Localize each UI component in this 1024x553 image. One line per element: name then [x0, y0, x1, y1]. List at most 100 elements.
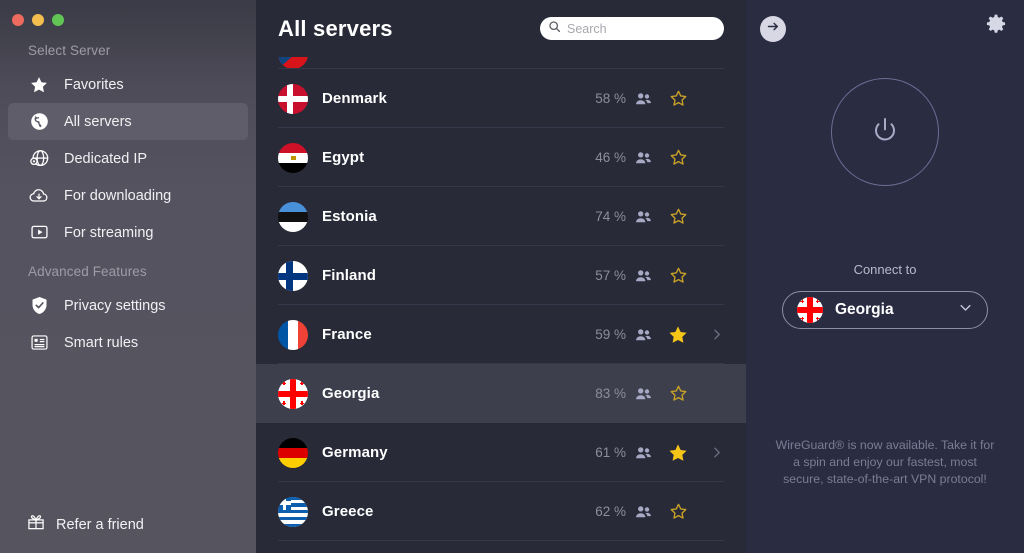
- expand-chevron-icon[interactable]: [704, 328, 728, 341]
- maximize-window-button[interactable]: [52, 14, 64, 26]
- search-input[interactable]: [567, 21, 716, 36]
- gear-icon: [985, 13, 1007, 40]
- sidebar-item-label: Privacy settings: [64, 297, 166, 314]
- favorite-star-outline-icon[interactable]: [661, 148, 695, 167]
- page-title: All servers: [278, 15, 393, 41]
- expand-chevron-icon[interactable]: [704, 446, 728, 459]
- flag-finland: [278, 260, 308, 291]
- favorite-star-filled-icon[interactable]: [661, 324, 695, 346]
- favorite-star-outline-icon[interactable]: [661, 384, 695, 403]
- connect-to-label: Connect to: [853, 262, 917, 277]
- flag-greece: [278, 496, 308, 527]
- sidebar-item-label: For streaming: [64, 224, 154, 241]
- favorite-star-outline-icon[interactable]: [661, 266, 695, 285]
- table-row[interactable]: France 59 %: [256, 305, 746, 364]
- server-name: Egypt: [322, 149, 365, 166]
- streaming-icon: [28, 222, 50, 244]
- settings-button[interactable]: [984, 14, 1008, 38]
- arrow-right-circle-icon: [766, 19, 781, 39]
- flag-france: [278, 319, 308, 350]
- server-load: 61 %: [595, 445, 626, 460]
- server-load: 83 %: [595, 386, 626, 401]
- favorite-star-outline-icon[interactable]: [661, 89, 695, 108]
- dedicated-ip-icon: [28, 148, 50, 170]
- flag-georgia: [797, 297, 823, 323]
- power-button-ring: [831, 78, 939, 186]
- people-load-icon: [635, 92, 652, 106]
- flag-germany: [278, 437, 308, 468]
- people-load-icon: [635, 387, 652, 401]
- server-name: Georgia: [322, 385, 380, 402]
- people-load-icon: [635, 210, 652, 224]
- sidebar-item-for-streaming[interactable]: For streaming: [8, 214, 248, 251]
- row-divider: [278, 540, 724, 541]
- power-icon: [870, 115, 900, 150]
- sidebar-item-privacy-settings[interactable]: Privacy settings: [8, 287, 248, 324]
- search-box[interactable]: [540, 17, 724, 40]
- chevron-down-icon[interactable]: [958, 300, 973, 320]
- connection-panel: Connect to Georgia WireGuard® is now ava…: [746, 0, 1024, 553]
- server-name: Germany: [322, 444, 388, 461]
- server-select-dropdown[interactable]: Georgia: [782, 291, 988, 329]
- shield-check-icon: [28, 295, 50, 317]
- table-row[interactable]: Finland 57 %: [256, 246, 746, 305]
- flag-georgia: [278, 378, 308, 409]
- sidebar: Select Server Favorites All servers Dedi…: [0, 0, 256, 553]
- sidebar-item-label: Dedicated IP: [64, 150, 148, 167]
- sidebar-item-for-downloading[interactable]: For downloading: [8, 177, 248, 214]
- close-window-button[interactable]: [12, 14, 24, 26]
- server-load: 58 %: [595, 91, 626, 106]
- server-name: Estonia: [322, 208, 377, 225]
- sidebar-item-all-servers[interactable]: All servers: [8, 103, 248, 140]
- server-load: 59 %: [595, 327, 626, 342]
- favorite-star-filled-icon[interactable]: [661, 442, 695, 464]
- server-load: 46 %: [595, 150, 626, 165]
- sidebar-section-advanced-features-label: Advanced Features: [28, 264, 147, 279]
- sidebar-item-label: Smart rules: [64, 334, 139, 351]
- server-load: 62 %: [595, 504, 626, 519]
- favorite-star-outline-icon[interactable]: [661, 502, 695, 521]
- flag-denmark: [278, 83, 308, 114]
- sidebar-item-favorites[interactable]: Favorites: [8, 66, 248, 103]
- server-name: Finland: [322, 267, 377, 284]
- server-name: Greece: [322, 503, 374, 520]
- flag-egypt: [278, 142, 308, 173]
- server-list[interactable]: Denmark 58 % Egypt 46 % Estonia 74 % Fin…: [256, 47, 746, 553]
- table-row[interactable]: Denmark 58 %: [256, 69, 746, 128]
- people-load-icon: [635, 269, 652, 283]
- flag-estonia: [278, 201, 308, 232]
- server-load: 74 %: [595, 209, 626, 224]
- favorite-star-outline-icon[interactable]: [661, 207, 695, 226]
- wireguard-promo-text: WireGuard® is now available. Take it for…: [775, 438, 995, 486]
- server-name: France: [322, 326, 372, 343]
- sidebar-item-label: Favorites: [64, 76, 124, 93]
- server-name: Denmark: [322, 90, 387, 107]
- people-load-icon: [635, 446, 652, 460]
- selected-server-name: Georgia: [835, 301, 894, 318]
- sidebar-item-smart-rules[interactable]: Smart rules: [8, 324, 248, 361]
- table-row[interactable]: Estonia 74 %: [256, 187, 746, 246]
- star-icon: [28, 74, 50, 96]
- vpn-app-window: Select Server Favorites All servers Dedi…: [0, 0, 1024, 553]
- sidebar-item-label: For downloading: [64, 187, 172, 204]
- table-row[interactable]: Georgia 83 %: [256, 364, 746, 423]
- refer-a-friend-label: Refer a friend: [56, 516, 144, 533]
- table-row[interactable]: Greece 62 %: [256, 482, 746, 541]
- table-row[interactable]: Egypt 46 %: [256, 128, 746, 187]
- server-list-panel: All servers Search Denmark 58 % Egypt 46…: [256, 0, 746, 553]
- refer-a-friend-button[interactable]: Refer a friend: [0, 512, 144, 537]
- table-row[interactable]: Germany 61 %: [256, 423, 746, 482]
- sidebar-item-label: All servers: [64, 113, 132, 130]
- people-load-icon: [635, 328, 652, 342]
- sidebar-section-select-server-label: Select Server: [28, 43, 111, 58]
- sidebar-item-dedicated-ip[interactable]: Dedicated IP: [8, 140, 248, 177]
- cloud-download-icon: [28, 185, 50, 207]
- collapse-panel-button[interactable]: [760, 16, 786, 42]
- globe-icon: [28, 111, 50, 133]
- search-icon: [548, 20, 561, 38]
- minimize-window-button[interactable]: [32, 14, 44, 26]
- people-load-icon: [635, 505, 652, 519]
- power-button[interactable]: [746, 78, 1024, 186]
- gift-icon: [26, 512, 46, 537]
- server-load: 57 %: [595, 268, 626, 283]
